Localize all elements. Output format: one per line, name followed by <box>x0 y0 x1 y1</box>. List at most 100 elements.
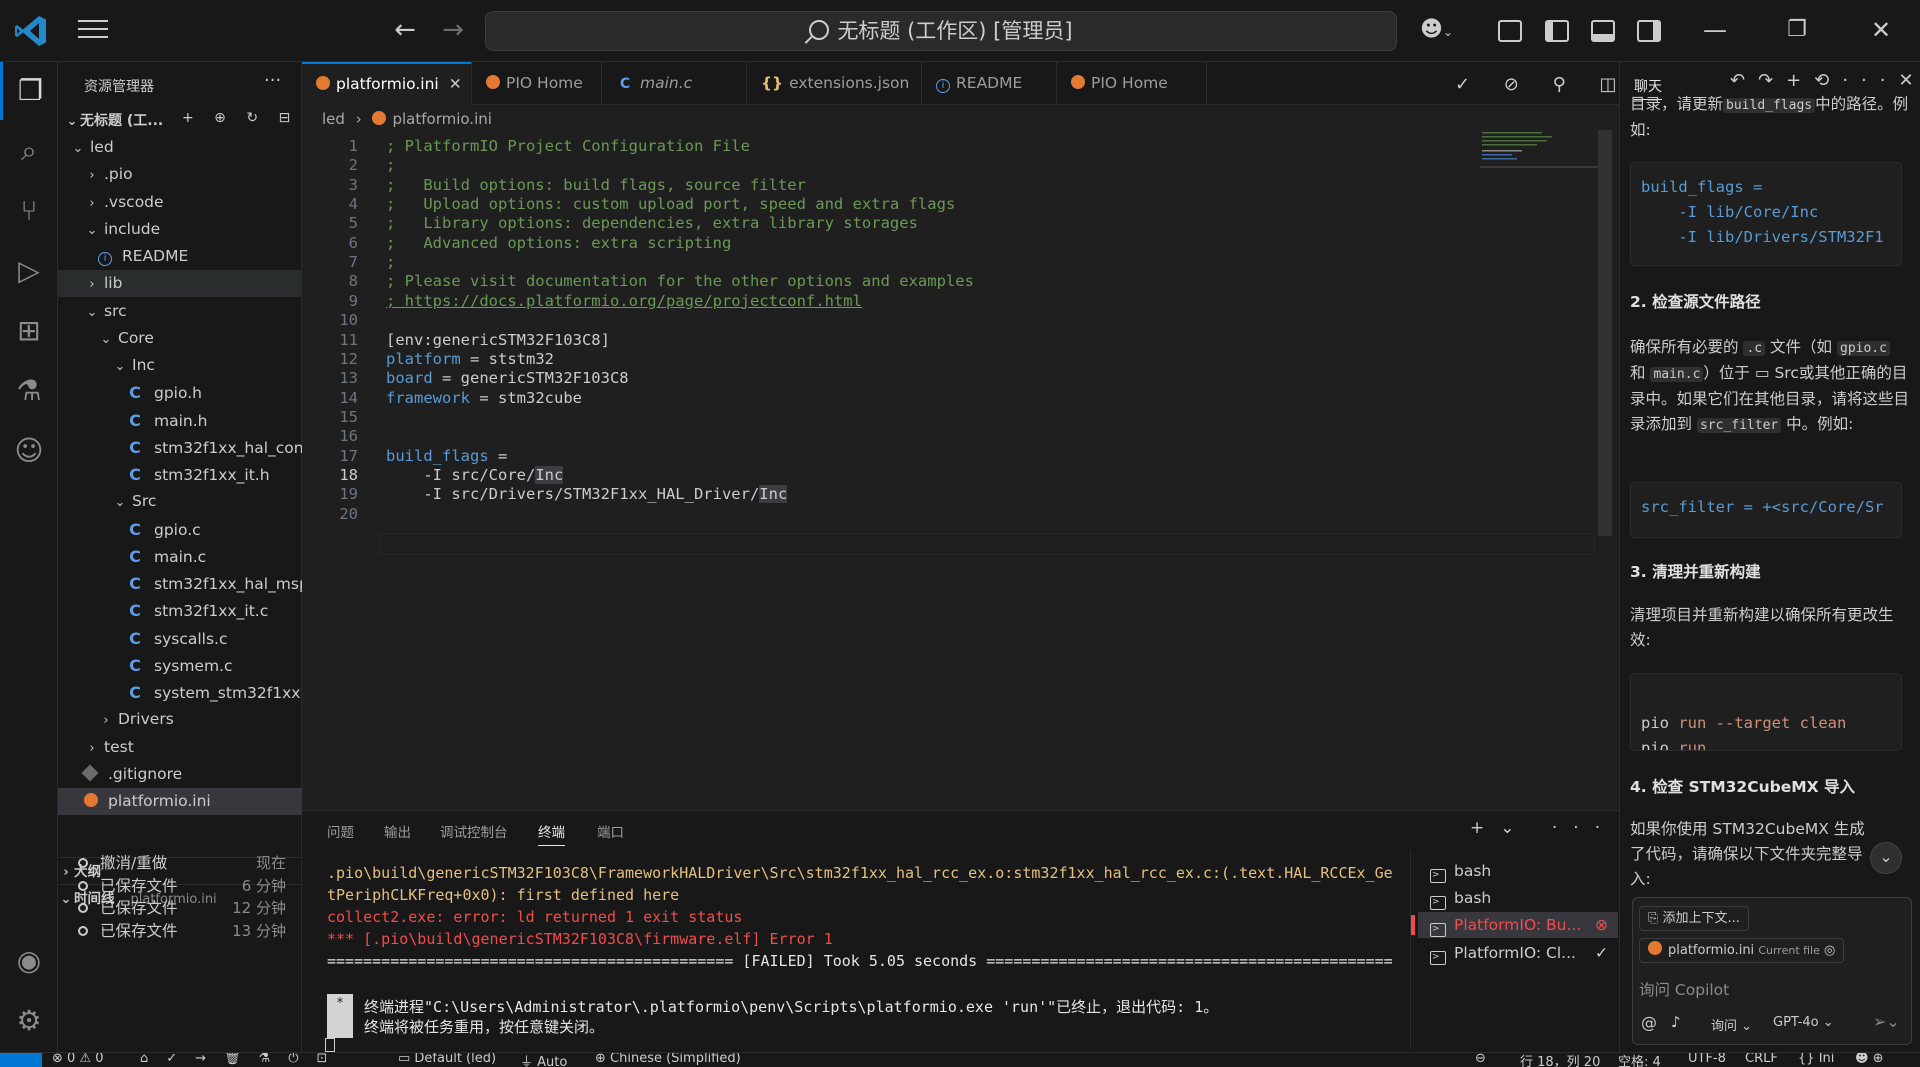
tab-readme[interactable]: i README <box>922 62 1057 105</box>
code-block-pio-run[interactable]: pio run --target clean pio run <box>1630 673 1902 751</box>
language-mode-status[interactable]: {} Ini <box>1798 1053 1834 1066</box>
tree-item-pio[interactable]: › .pio <box>58 161 302 188</box>
tree-item-drivers[interactable]: › Drivers <box>58 706 302 733</box>
panel-tab[interactable]: 端口 <box>597 821 624 841</box>
language-pack-status[interactable]: ⊕ Chinese (Simplified) <box>595 1053 741 1066</box>
chat-input-placeholder[interactable]: 询问 Copilot <box>1639 978 1729 1000</box>
model-picker[interactable]: GPT-4o ⌄ <box>1773 1015 1834 1030</box>
terminal-instance[interactable]: > PlatformIO: Cl... ✓ <box>1418 940 1618 966</box>
search-icon[interactable]: ⌕ <box>0 122 58 180</box>
toggle-secondary-sidebar-icon[interactable] <box>1637 20 1661 42</box>
scroll-down-icon[interactable]: ⌄ <box>1870 842 1902 874</box>
tree-item-platformio-ini[interactable]: platformio.ini <box>58 788 302 815</box>
command-center[interactable]: 无标题 (工作区) [管理员] <box>485 11 1397 51</box>
tree-item-lib[interactable]: › lib <box>58 270 302 298</box>
tree-item-stm32f1xx-it-c[interactable]: Cstm32f1xx_it.c <box>58 597 302 624</box>
platformio-toolbar-icons[interactable]: ⌂✓→🗑⚗⏻⊡ <box>140 1053 345 1066</box>
restore-icon[interactable]: ❐ <box>1772 14 1822 48</box>
tree-item-gpio-h[interactable]: Cgpio.h <box>58 379 302 406</box>
panel-tab[interactable]: 问题 <box>327 821 354 841</box>
tree-item-stm32f1xx-it-h[interactable]: Cstm32f1xx_it.h <box>58 461 302 488</box>
customize-layout-icon[interactable] <box>1498 20 1522 42</box>
problems-status[interactable]: ⊗ 0 ⚠ 0 <box>52 1053 104 1066</box>
tree-item-main-h[interactable]: Cmain.h <box>58 407 302 434</box>
source-control-icon[interactable]: ⑂ <box>0 182 58 240</box>
tree-item-gpio-c[interactable]: Cgpio.c <box>58 516 302 543</box>
remote-indicator-icon[interactable] <box>0 1053 42 1067</box>
platformio-icon[interactable]: ☺ <box>0 422 58 480</box>
tree-item-syscalls-c[interactable]: Csyscalls.c <box>58 625 302 652</box>
line-number: 18 <box>339 465 358 484</box>
menu-icon[interactable] <box>78 20 108 42</box>
tree-item-readme[interactable]: i README <box>58 243 302 270</box>
close-tab-icon[interactable]: ✕ <box>449 75 462 93</box>
encoding-status[interactable]: UTF-8 <box>1688 1053 1726 1066</box>
settings-gear-icon[interactable]: ⚙ <box>0 992 58 1050</box>
add-context-button[interactable]: ⎘ 添加上下文... <box>1639 906 1749 931</box>
tab-main-c[interactable]: Cmain.c <box>602 62 747 105</box>
mention-icon[interactable]: @ <box>1641 1013 1657 1032</box>
terminal-instance[interactable]: > PlatformIO: Bu... ⊗ <box>1418 912 1618 938</box>
tree-item-vscode[interactable]: › .vscode <box>58 189 302 216</box>
tree-item-stm32f1xx-hal-msp-c[interactable]: Cstm32f1xx_hal_msp.c <box>58 570 302 597</box>
breadcrumb[interactable]: led › platformio.ini <box>322 110 492 128</box>
tab-pio-home[interactable]: PIO Home <box>1057 62 1207 105</box>
comment-link[interactable]: ; https://docs.platformio.org/page/proje… <box>386 292 862 310</box>
indentation-status[interactable]: 空格: 4 <box>1618 1053 1661 1067</box>
tree-item-inc[interactable]: ⌄ Inc <box>58 352 302 379</box>
explorer-icon[interactable]: ❐ <box>0 62 58 120</box>
project-env-status[interactable]: ▭ Default (led) <box>398 1053 496 1066</box>
more-actions-icon[interactable]: ··· <box>264 70 281 91</box>
tree-item-src[interactable]: ⌄ Src <box>58 488 302 515</box>
code-block-build-flags[interactable]: build_flags = -I lib/Core/Inc -I lib/Dri… <box>1630 162 1902 266</box>
terminal-instance[interactable]: > bash <box>1418 885 1618 911</box>
editor-scrollbar[interactable] <box>1598 130 1612 536</box>
tree-item-stm32f1xx-hal-conf-h[interactable]: Cstm32f1xx_hal_conf.h <box>58 434 302 461</box>
tab-extensions-json[interactable]: {} extensions.json <box>747 62 922 105</box>
explorer-toolbar-icons[interactable]: + ⊕ ↻ ⊟ <box>182 110 298 126</box>
breadcrumb-file[interactable]: platformio.ini <box>392 110 491 128</box>
panel-tab[interactable]: 终端 <box>538 821 565 846</box>
timeline-item[interactable]: 已保存文件 13 分钟 <box>58 918 302 945</box>
panel-tab[interactable]: 输出 <box>384 821 411 841</box>
tab-platformio-ini[interactable]: platformio.ini ✕ <box>302 62 472 105</box>
chat-toolbar[interactable]: ↶↷+⟲···✕ <box>1730 70 1920 91</box>
tree-item-core[interactable]: ⌄ Core <box>58 325 302 352</box>
extensions-icon[interactable]: ⊞ <box>0 302 58 360</box>
tree-item-gitignore[interactable]: .gitignore <box>58 761 302 788</box>
terminal-instance[interactable]: > bash <box>1418 858 1618 884</box>
zoom-icon[interactable]: ⊖ <box>1475 1053 1486 1066</box>
panel-tab[interactable]: 调试控制台 <box>440 821 508 841</box>
close-icon[interactable]: ✕ <box>1856 14 1906 48</box>
toggle-panel-icon[interactable] <box>1591 20 1615 42</box>
send-icon[interactable]: ➢⌄ <box>1873 1012 1900 1031</box>
toggle-primary-sidebar-icon[interactable] <box>1545 20 1569 42</box>
forward-arrow-icon[interactable]: → <box>436 14 470 48</box>
back-arrow-icon[interactable]: ← <box>388 14 422 48</box>
cursor-position[interactable]: 行 18，列 20 <box>1520 1053 1600 1067</box>
current-file-chip[interactable]: platformio.ini Current file ◎ <box>1639 938 1845 963</box>
breadcrumb-folder[interactable]: led <box>322 110 345 128</box>
chat-input-box[interactable]: ⎘ 添加上下文... platformio.ini Current file ◎… <box>1632 897 1912 1045</box>
tree-item-sysmem-c[interactable]: Csysmem.c <box>58 652 302 679</box>
microphone-icon[interactable]: ♪ <box>1671 1013 1681 1031</box>
workspace-header[interactable]: ⌄ 无标题 (工... + ⊕ ↻ ⊟ <box>64 110 304 130</box>
minimize-icon[interactable]: — <box>1690 14 1740 48</box>
tree-item-system-stm32f1xx-c[interactable]: Csystem_stm32f1xx.c <box>58 679 302 706</box>
minimap[interactable] <box>1480 130 1598 170</box>
code-block-src-filter[interactable]: src_filter = +<src/Core/Sr <box>1630 482 1902 538</box>
run-debug-icon[interactable]: ▷ <box>0 242 58 300</box>
mode-picker[interactable]: 询问 ⌄ <box>1711 1015 1752 1034</box>
tab-pio-home[interactable]: PIO Home <box>472 62 602 105</box>
copilot-icon[interactable]: ☻⌄ <box>1420 17 1460 45</box>
auto-status[interactable]: ⏚ Auto <box>520 1053 567 1067</box>
tree-item-led[interactable]: ⌄ led <box>58 134 302 161</box>
tree-item-include[interactable]: ⌄ include <box>58 216 302 243</box>
eol-status[interactable]: CRLF <box>1745 1053 1778 1066</box>
tree-item-test[interactable]: › test <box>58 734 302 761</box>
tree-item-main-c[interactable]: Cmain.c <box>58 543 302 570</box>
tree-item-src[interactable]: ⌄ src <box>58 298 302 325</box>
accounts-icon[interactable]: ◉ <box>0 932 58 990</box>
copilot-status-icon[interactable]: ☻ ⊕ <box>1855 1053 1884 1066</box>
testing-icon[interactable]: ⚗ <box>0 362 58 420</box>
